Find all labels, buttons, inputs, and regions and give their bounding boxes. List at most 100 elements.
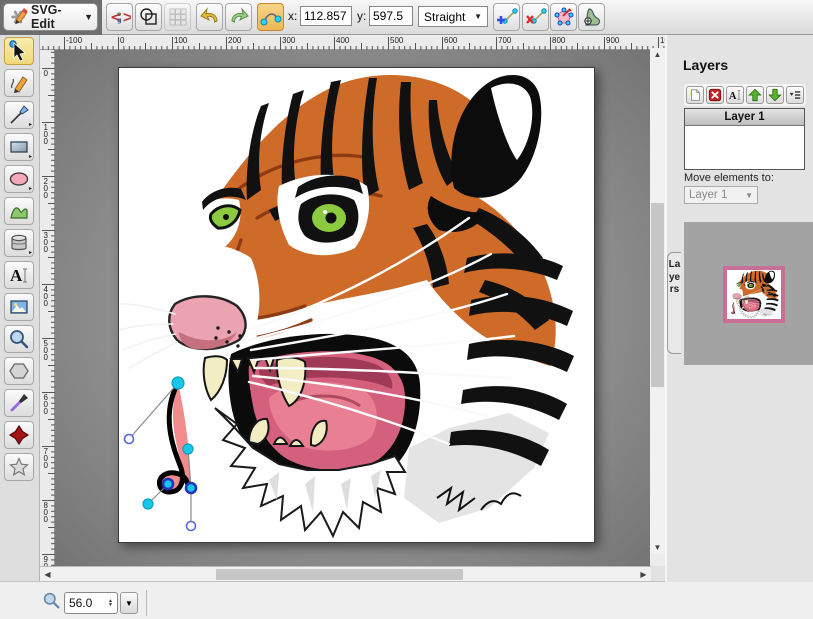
svg-text:-100: -100: [66, 36, 83, 45]
svg-edit-logo-icon: [8, 7, 28, 27]
tool-connector[interactable]: [4, 421, 34, 449]
segment-type-select[interactable]: Straight ▼: [418, 6, 488, 27]
scroll-left-arrow[interactable]: ◀: [40, 568, 55, 581]
svg-text:900: 900: [606, 36, 620, 45]
left-tool-palette: ▸ ▸ ▸ ▸ A: [0, 35, 40, 582]
svg-text:400: 400: [44, 285, 49, 308]
x-coordinate-label: x:: [288, 9, 297, 23]
zoom-level-value: 56.0: [69, 596, 92, 610]
flyout-arrow-icon: ▸: [29, 121, 32, 128]
layer-row-layer1[interactable]: Layer 1: [685, 109, 804, 126]
svg-text:300: 300: [44, 231, 49, 254]
svg-text:A: A: [10, 266, 23, 285]
svg-text:100: 100: [44, 123, 49, 146]
svg-text:700: 700: [44, 447, 49, 470]
move-layer-down-button[interactable]: [766, 86, 784, 104]
canvas-workspace[interactable]: [55, 50, 650, 566]
y-coordinate-label: y:: [357, 9, 366, 23]
flyout-arrow-icon: ▸: [29, 249, 32, 256]
tool-shape-library[interactable]: ▸: [4, 229, 34, 257]
svg-text:200: 200: [228, 36, 242, 45]
svg-text:600: 600: [444, 36, 458, 45]
tiger-thumbnail: [727, 270, 781, 319]
svg-text:900: 900: [44, 555, 49, 566]
svg-text:700: 700: [498, 36, 512, 45]
y-coordinate-input[interactable]: [369, 6, 413, 26]
convert-to-path-button[interactable]: [578, 3, 605, 31]
tool-eyedropper[interactable]: [4, 389, 34, 417]
open-close-path-button[interactable]: [550, 3, 577, 31]
scroll-down-arrow[interactable]: ▼: [650, 541, 665, 554]
horizontal-scrollbar[interactable]: ◀ ▶: [40, 566, 651, 581]
svg-text:400: 400: [336, 36, 350, 45]
svg-text:A: A: [729, 91, 737, 102]
tool-rectangle[interactable]: ▸: [4, 133, 34, 161]
scroll-up-arrow[interactable]: ▲: [650, 48, 665, 61]
layers-panel-title: Layers: [683, 57, 728, 73]
tool-image[interactable]: [4, 293, 34, 321]
horizontal-scrollbar-thumb[interactable]: [216, 569, 463, 580]
zoom-preset-dropdown[interactable]: ▼: [120, 592, 138, 614]
svg-document-canvas[interactable]: [118, 67, 595, 543]
tool-pencil[interactable]: [4, 69, 34, 97]
svg-text:0: 0: [120, 36, 125, 45]
tiger-artwork: [119, 68, 594, 542]
layer-buttons-row: A: [684, 84, 806, 106]
wireframe-button[interactable]: [135, 3, 162, 31]
svg-text:200: 200: [44, 177, 49, 200]
move-elements-value: Layer 1: [689, 189, 727, 201]
rename-layer-button[interactable]: A: [726, 86, 744, 104]
x-coordinate-input[interactable]: [300, 6, 352, 26]
zoom-spinner[interactable]: ▲▼: [108, 599, 113, 607]
move-elements-select[interactable]: Layer 1 ▼: [684, 186, 758, 204]
svg-text:100: 100: [174, 36, 188, 45]
bottom-bar: 56.0 ▲▼ ▼: [0, 581, 813, 619]
tool-path[interactable]: [4, 197, 34, 225]
svg-text:0: 0: [44, 69, 49, 78]
chevron-down-icon: ▼: [474, 12, 482, 21]
undo-button[interactable]: [196, 3, 223, 31]
grid-button[interactable]: [164, 3, 191, 31]
svg-edit-app: SVG-Edit ▼ < > s g: [0, 0, 813, 619]
flyout-arrow-icon: ▸: [29, 153, 32, 160]
tool-select[interactable]: [4, 37, 34, 65]
tool-hexagon[interactable]: [4, 357, 34, 385]
document-preview-area: [684, 222, 813, 365]
svg-text:600: 600: [44, 393, 49, 416]
tool-star[interactable]: [4, 453, 34, 481]
document-thumbnail[interactable]: [723, 266, 785, 323]
main-menu-button[interactable]: SVG-Edit ▼: [3, 3, 98, 31]
chevron-down-icon: ▼: [84, 12, 93, 22]
vertical-ruler: 0100200300400500600700800900: [40, 50, 55, 566]
tool-ellipse[interactable]: ▸: [4, 165, 34, 193]
tool-text[interactable]: A: [4, 261, 34, 289]
vertical-scrollbar-thumb[interactable]: [651, 203, 664, 387]
svg-text:300: 300: [282, 36, 296, 45]
chevron-down-icon: ▼: [745, 191, 753, 200]
move-layer-up-button[interactable]: [746, 86, 764, 104]
tool-line[interactable]: ▸: [4, 101, 34, 129]
tool-zoom[interactable]: [4, 325, 34, 353]
svg-text:500: 500: [390, 36, 404, 45]
top-toolbar: SVG-Edit ▼ < > s g: [0, 0, 813, 35]
add-node-button[interactable]: [493, 3, 520, 31]
new-layer-button[interactable]: [686, 86, 704, 104]
scroll-right-arrow[interactable]: ▶: [636, 568, 651, 581]
layer-list: Layer 1: [684, 108, 805, 170]
layers-panel-collapse-tab[interactable]: Layers: [667, 252, 681, 354]
layer-menu-button[interactable]: [786, 86, 804, 104]
horizontal-ruler: -10001002003004005006007008009001000: [40, 35, 665, 50]
vertical-scrollbar[interactable]: ▲ ▼: [650, 48, 665, 554]
edit-source-button[interactable]: < > s g: [106, 3, 133, 31]
zoom-level-input[interactable]: 56.0 ▲▼: [64, 592, 118, 614]
flyout-arrow-icon: ▸: [29, 185, 32, 192]
divider: [146, 590, 147, 616]
zoom-icon: [42, 591, 61, 610]
path-edit-mode-button[interactable]: [257, 3, 284, 31]
segment-type-value: Straight: [424, 10, 465, 24]
svg-text:500: 500: [44, 339, 49, 362]
redo-button[interactable]: [225, 3, 252, 31]
delete-node-button[interactable]: [522, 3, 549, 31]
move-elements-label: Move elements to:: [684, 172, 774, 184]
delete-layer-button[interactable]: [706, 86, 724, 104]
